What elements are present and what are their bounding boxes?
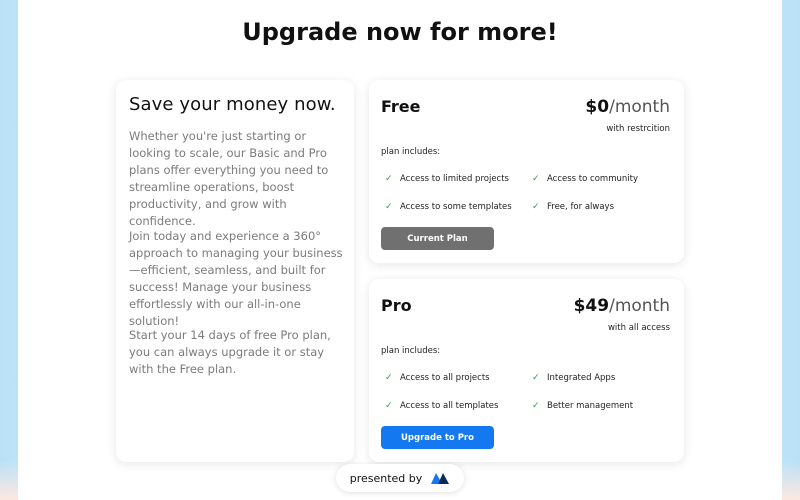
info-paragraph-3: Start your 14 days of free Pro plan, you… bbox=[129, 328, 331, 376]
plan-card-pro: Pro $49/month with all access plan inclu… bbox=[369, 279, 684, 462]
check-icon: ✓ bbox=[385, 373, 393, 383]
plan-includes-label: plan includes: bbox=[381, 147, 441, 157]
plan-feature-label: Better management bbox=[547, 401, 634, 411]
check-icon: ✓ bbox=[532, 401, 540, 411]
check-icon: ✓ bbox=[385, 174, 393, 184]
plan-name: Pro bbox=[381, 296, 412, 315]
plan-price-amount: $0 bbox=[585, 97, 610, 117]
presented-by-label: presented by bbox=[349, 471, 423, 485]
check-icon: ✓ bbox=[385, 401, 393, 411]
plan-price-period: /month bbox=[609, 296, 670, 316]
plan-feature: ✓ Integrated Apps bbox=[532, 373, 615, 383]
plan-feature-label: Access to some templates bbox=[400, 202, 512, 212]
plan-feature: ✓ Access to all projects bbox=[385, 373, 490, 383]
plan-price-period: /month bbox=[609, 97, 670, 117]
plan-feature-label: Free, for always bbox=[547, 202, 615, 212]
plan-feature-label: Access to all templates bbox=[400, 401, 499, 411]
plan-feature: ✓ Access to some templates bbox=[385, 202, 512, 212]
plan-feature: ✓ Access to limited projects bbox=[385, 174, 509, 184]
brand-logo-icon bbox=[430, 471, 450, 485]
plan-subtitle: with all access bbox=[607, 323, 670, 333]
plan-feature-label: Access to limited projects bbox=[400, 174, 509, 184]
info-paragraph-1: Whether you're just starting or looking … bbox=[129, 129, 329, 228]
info-paragraph-2: Join today and experience a 360° approac… bbox=[129, 229, 343, 328]
plan-subtitle: with restrcition bbox=[606, 124, 670, 134]
plan-feature-label: Access to community bbox=[547, 174, 638, 184]
check-icon: ✓ bbox=[385, 202, 393, 212]
plan-name: Free bbox=[381, 97, 421, 116]
plan-feature: ✓ Better management bbox=[532, 401, 633, 411]
plan-includes-label: plan includes: bbox=[381, 346, 441, 356]
info-card: Save your money now. Whether you're just… bbox=[116, 80, 354, 462]
plan-feature: ✓ Free, for always bbox=[532, 202, 614, 212]
info-card-title: Save your money now. bbox=[129, 94, 336, 115]
presented-by-badge[interactable]: presented by bbox=[336, 464, 464, 492]
plan-feature: ✓ Access to all templates bbox=[385, 401, 498, 411]
brand-logo-svg bbox=[431, 473, 450, 484]
check-icon: ✓ bbox=[532, 174, 540, 184]
plan-price: $49/month bbox=[574, 296, 670, 316]
upgrade-to-pro-button[interactable]: Upgrade to Pro bbox=[381, 426, 494, 449]
plan-price-amount: $49 bbox=[573, 296, 610, 316]
plan-feature-label: Integrated Apps bbox=[547, 373, 616, 383]
plan-feature-label: Access to all projects bbox=[400, 373, 490, 383]
plan-feature: ✓ Access to community bbox=[532, 174, 638, 184]
plan-card-free: Free $0/month with restrcition plan incl… bbox=[369, 80, 684, 263]
page-title: Upgrade now for more! bbox=[242, 18, 558, 46]
check-icon: ✓ bbox=[532, 202, 540, 212]
check-icon: ✓ bbox=[532, 373, 540, 383]
current-plan-button[interactable]: Current Plan bbox=[381, 227, 494, 250]
plan-price: $0/month bbox=[585, 97, 670, 117]
